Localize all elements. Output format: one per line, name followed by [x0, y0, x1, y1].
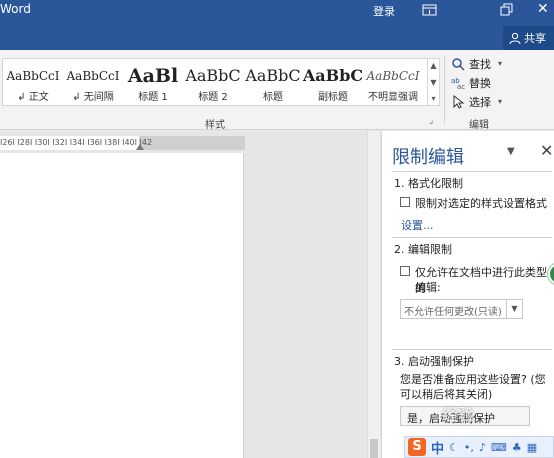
limit-formatting-checkbox[interactable] [400, 197, 410, 207]
dropdown-value: 不允许任何更改(只读) [404, 307, 502, 318]
scroll-up-icon[interactable]: ▲ [430, 61, 436, 70]
style-no-spacing[interactable]: AaBbCcI ↲ 无间隔 [63, 59, 123, 105]
document-area: I26I I28I I30I I32I I34I I36I I38I I40I … [0, 131, 380, 458]
style-name: 标题 1 [138, 92, 168, 103]
find-button[interactable]: 查找 ▾ [447, 54, 551, 73]
style-subtitle[interactable]: AaBbC 副标题 [303, 59, 363, 105]
svg-text:ac: ac [457, 83, 465, 90]
indent-marker-icon[interactable] [136, 144, 144, 150]
formatting-restrictions-heading: 1. 格式化限制 [394, 177, 463, 190]
limit-formatting-label: 限制对选定的样式设置格式 [415, 197, 547, 210]
style-sample: AaBbCcI [66, 69, 120, 83]
vertical-scrollbar[interactable] [367, 131, 380, 458]
editing-group-label: 编辑 [469, 120, 489, 131]
styles-gallery: AaBbCcI ↲ 正文 AaBbCcI ↲ 无间隔 AaBl 标题 1 AaB… [2, 58, 428, 106]
app-title: Word [0, 2, 31, 16]
start-enforcement-heading: 3. 启动强制保护 [394, 355, 474, 368]
pane-title: 限制编辑 [392, 147, 464, 168]
style-name: 不明显强调 [368, 92, 418, 103]
separator [392, 237, 552, 238]
style-subtle-emphasis[interactable]: AaBbCcI 不明显强调 [363, 59, 423, 105]
close-icon[interactable]: ✕ [540, 141, 553, 160]
pane-options-icon[interactable]: ▼ [507, 146, 515, 157]
punctuation-icon[interactable]: •, [464, 441, 474, 454]
style-sample: AaBbC [303, 66, 363, 85]
style-heading-2[interactable]: AaBbC 标题 2 [183, 59, 243, 105]
styles-group-label: 样式 [205, 120, 225, 131]
paragraph-mark-icon: ↲ [72, 92, 81, 103]
editing-group: 查找 ▾ ab ac 替换 选择 ▾ [447, 54, 551, 111]
style-sample: AaBbC [245, 66, 301, 85]
replace-button[interactable]: ab ac 替换 [447, 73, 551, 92]
keyboard-icon[interactable]: ⌨ [491, 441, 507, 454]
style-sample: AaBl [127, 65, 179, 87]
find-label: 查找 [469, 57, 491, 71]
scroll-down-icon[interactable]: ▼ [430, 78, 436, 87]
style-heading-1[interactable]: AaBl 标题 1 [123, 59, 183, 105]
restrict-editing-pane: 限制编辑 ▼ ✕ 1. 格式化限制 限制对选定的样式设置格式 设置... 2. … [381, 131, 554, 458]
input-mode[interactable]: 中 [431, 438, 444, 457]
sogou-logo-icon[interactable]: S [408, 438, 426, 456]
separator [392, 349, 552, 350]
style-sample: AaBbCcI [366, 69, 420, 83]
watermark: 经验 [442, 405, 475, 424]
style-name: 正文 [28, 92, 49, 103]
replace-icon: abac [451, 77, 465, 90]
style-sample: AaBbCcI [6, 69, 60, 83]
group-divider [444, 56, 445, 124]
share-label: 共享 [524, 32, 546, 45]
chevron-down-icon[interactable]: ▼ [506, 300, 522, 318]
person-icon [509, 32, 521, 44]
separator [392, 171, 552, 172]
moon-icon[interactable]: ☾ [449, 441, 459, 454]
restore-icon[interactable] [499, 3, 517, 19]
cursor-icon [453, 94, 465, 109]
ribbon-display-options-icon[interactable] [422, 3, 440, 19]
style-normal[interactable]: AaBbCcI ↲ 正文 [3, 59, 63, 105]
more-styles-icon[interactable]: ▾ [431, 94, 435, 103]
replace-label: 替换 [469, 76, 491, 90]
gallery-scroll[interactable]: ▲ ▼ ▾ [428, 58, 440, 106]
grid-icon[interactable]: ▦ [527, 441, 537, 454]
style-name: 标题 2 [198, 92, 228, 103]
ruler-ticks: I26I I28I I30I I32I I34I I36I I38I I40I … [0, 138, 153, 147]
editing-restrictions-heading: 2. 编辑限制 [394, 243, 452, 256]
close-window-icon[interactable]: ✕ [537, 1, 549, 17]
allow-editing-type-label-2: 编辑: [415, 281, 441, 294]
paragraph-mark-icon: ↲ [17, 92, 26, 103]
scrollbar-thumb[interactable] [370, 439, 378, 458]
title-bar: Word 登录 ✕ [0, 0, 554, 26]
dialog-launcher-icon[interactable]: ⌟ [429, 116, 433, 126]
chevron-down-icon: ▾ [498, 97, 503, 106]
select-label: 选择 [469, 95, 491, 109]
document-page[interactable] [0, 153, 244, 458]
editing-type-dropdown[interactable]: 不允许任何更改(只读) ▼ [400, 299, 523, 319]
style-name: 无间隔 [83, 92, 114, 103]
chevron-down-icon: ▾ [498, 59, 503, 68]
ribbon: AaBbCcI ↲ 正文 AaBbCcI ↲ 无间隔 AaBl 标题 1 AaB… [0, 50, 554, 131]
mic-icon[interactable]: ♪ [479, 441, 486, 454]
ruler-margin [139, 136, 245, 150]
login-link[interactable]: 登录 [373, 3, 395, 19]
style-name: 标题 [263, 92, 283, 103]
style-name: 副标题 [318, 92, 348, 103]
settings-link[interactable]: 设置... [401, 217, 434, 233]
tab-row: 共享 [0, 26, 554, 50]
horizontal-ruler[interactable]: I26I I28I I30I I32I I34I I36I I38I I40I … [0, 136, 245, 150]
skin-icon[interactable]: ♣ [512, 441, 522, 454]
select-button[interactable]: 选择 ▾ [447, 92, 551, 111]
enforcement-prompt: 您是否准备应用这些设置? (您可以稍后将其关闭) [400, 373, 546, 401]
style-sample: AaBbC [185, 66, 241, 85]
ime-toolbar[interactable]: S 中 ☾ •, ♪ ⌨ ♣ ▦ [404, 436, 554, 458]
style-title[interactable]: AaBbC 标题 [243, 59, 303, 105]
allow-editing-type-checkbox[interactable] [400, 266, 410, 276]
search-icon [452, 57, 465, 71]
share-button[interactable]: 共享 [503, 26, 554, 50]
